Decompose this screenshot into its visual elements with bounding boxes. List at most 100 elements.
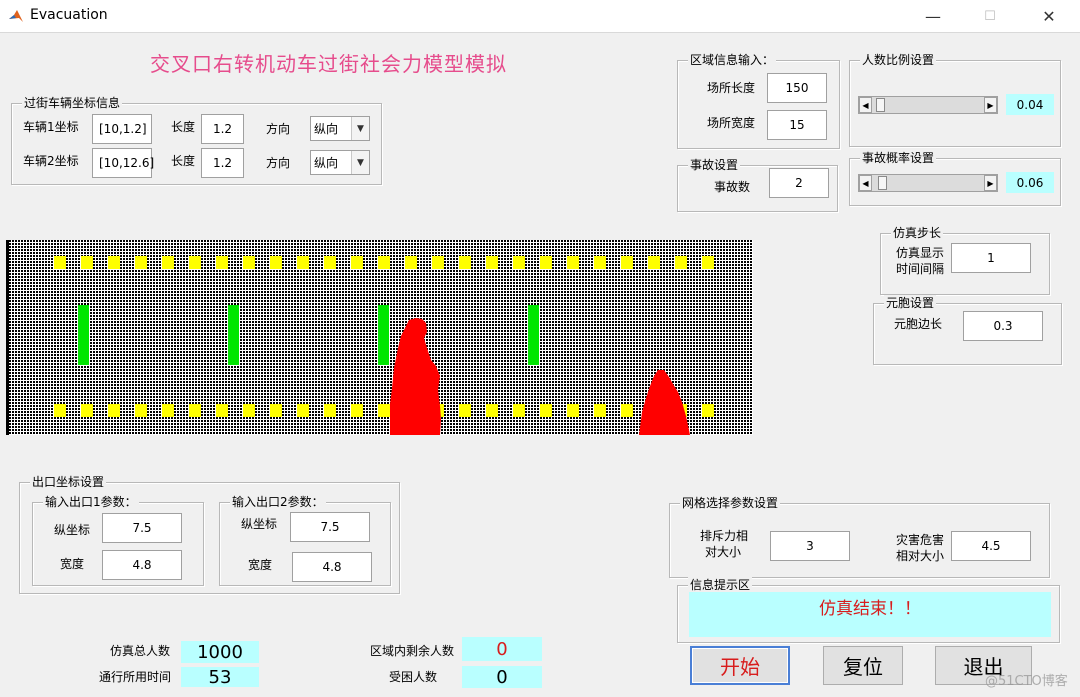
info-group-title: 信息提示区 [688,577,753,593]
marker-block [378,404,390,417]
marker-block [594,256,606,269]
remain-value: 0 [462,637,542,661]
exit-group-title: 出口坐标设置 [30,474,107,490]
cell-group-title: 元胞设置 [884,295,937,311]
marker-block [243,404,255,417]
watermark: @51CTO博客 [985,674,1068,689]
slider-right-arrow-icon[interactable]: ▶ [984,175,997,191]
hazard-label-1: 灾害危害 [896,533,945,547]
marker-block [189,256,201,269]
marker-block [54,256,66,269]
vehicle2-coord-field[interactable]: [10,12.6] [92,148,154,178]
area-group-title: 区域信息输入： [688,52,777,68]
cell-size-field[interactable]: 0.3 [963,311,1043,341]
area-length-label: 场所长度 [707,81,756,95]
vehicle1-direction-select[interactable]: 纵向 ▼ [310,116,370,141]
minimize-button[interactable]: — [910,0,956,32]
vehicle-bar [228,305,239,365]
slider-thumb[interactable] [878,176,887,190]
marker-block [702,256,714,269]
accident-group-title: 事故设置 [688,157,741,173]
vehicle2-coord-label: 车辆2坐标 [23,154,79,168]
accident-prob-group-title: 事故概率设置 [860,150,937,166]
exit1-y-field[interactable]: 7.5 [102,513,182,543]
left-wall [6,240,9,435]
maximize-button[interactable]: ☐ [967,0,1013,32]
area-width-field[interactable]: 15 [767,110,827,140]
page-title: 交叉口右转机动车过街社会力模型模拟 [150,52,507,76]
exit2-y-field[interactable]: 7.5 [290,512,370,542]
marker-block [378,256,390,269]
marker-block [324,404,336,417]
marker-block [540,404,552,417]
exit2-y-label: 纵坐标 [241,517,278,531]
vehicle2-direction-select[interactable]: 纵向 ▼ [310,150,370,175]
vehicle-bar [378,305,389,365]
slider-left-arrow-icon[interactable]: ◀ [859,175,872,191]
slider-left-arrow-icon[interactable]: ◀ [859,97,872,113]
marker-block [216,404,228,417]
marker-block [648,256,660,269]
info-message: 仿真结束！！ [819,599,921,619]
marker-block [459,256,471,269]
marker-block [108,404,120,417]
vehicle-bar [528,305,539,365]
vehicle1-coord-field[interactable]: [10,1.2] [92,114,152,144]
total-value: 1000 [181,641,259,663]
marker-block [513,256,525,269]
marker-block [594,404,606,417]
sim-step-field[interactable]: 1 [951,243,1031,273]
vehicle2-direction-value: 纵向 [314,156,339,170]
vehicle2-length-field[interactable]: 1.2 [201,148,244,178]
marker-block [162,256,174,269]
marker-block [486,256,498,269]
reset-button[interactable]: 复位 [823,646,903,685]
slider-right-arrow-icon[interactable]: ▶ [984,97,997,113]
sim-step-group-title: 仿真步长 [891,225,944,241]
vehicle-bar [78,305,89,365]
repulsion-label-2: 对大小 [705,545,742,559]
remain-label: 区域内剩余人数 [370,644,455,658]
marker-block [243,256,255,269]
exit1-group-title: 输入出口1参数： [43,494,139,510]
info-box: 仿真结束！！ [689,592,1051,637]
area-width-label: 场所宽度 [707,116,756,130]
start-button[interactable]: 开始 [690,646,790,685]
vehicle2-length-label: 长度 [171,154,196,168]
exit2-width-field[interactable]: 4.8 [292,552,372,582]
marker-block [540,256,552,269]
trapped-label: 受困人数 [389,670,438,684]
accident-count-label: 事故数 [714,180,751,194]
marker-block [297,404,309,417]
marker-block [189,404,201,417]
marker-block [135,404,147,417]
repulsion-label-1: 排斥力相 [700,529,749,543]
repulsion-field[interactable]: 3 [770,531,850,561]
marker-block [297,256,309,269]
marker-block [135,256,147,269]
ratio-group-title: 人数比例设置 [860,52,937,68]
marker-block [513,404,525,417]
close-button[interactable]: ✕ [1026,0,1072,32]
sim-step-label-2: 时间间隔 [896,262,945,276]
marker-block [324,256,336,269]
marker-block [54,404,66,417]
vehicle1-length-field[interactable]: 1.2 [201,114,244,144]
accident-prob-slider[interactable]: ◀ ▶ [858,174,998,192]
marker-block [567,256,579,269]
area-length-field[interactable]: 150 [767,73,827,103]
marker-block [270,404,282,417]
simulation-canvas [6,240,753,435]
marker-block [432,256,444,269]
accident-count-field[interactable]: 2 [769,168,829,198]
total-label: 仿真总人数 [110,644,171,658]
ratio-slider[interactable]: ◀ ▶ [858,96,998,114]
hazard-field[interactable]: 4.5 [951,531,1031,561]
slider-thumb[interactable] [876,98,885,112]
title-bar: Evacuation — ☐ ✕ [0,0,1080,33]
accident-prob-value: 0.06 [1006,172,1054,193]
marker-block [675,256,687,269]
matlab-icon [9,10,23,22]
exit1-width-field[interactable]: 4.8 [102,550,182,580]
grid-params-group-title: 网格选择参数设置 [680,495,781,511]
